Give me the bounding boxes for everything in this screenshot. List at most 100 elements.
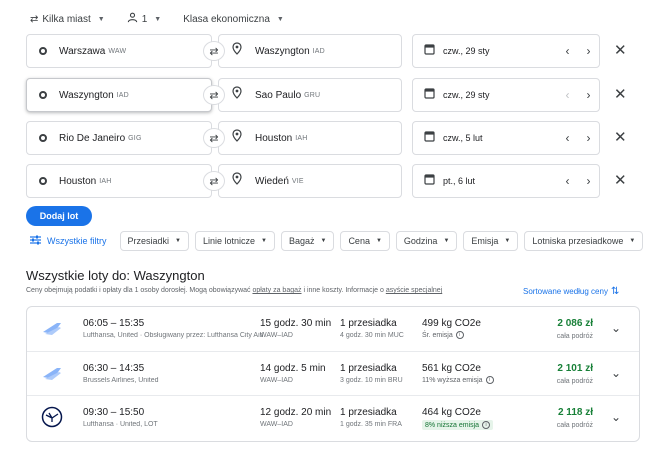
info-icon[interactable]: i	[482, 421, 491, 429]
date-field[interactable]: czw., 29 sty ‹ ›	[412, 34, 600, 68]
trip-type-select[interactable]: ⇄ Kilka miast ▼	[30, 14, 105, 25]
swap-button[interactable]: ⇄	[203, 128, 225, 148]
calendar-icon	[424, 42, 436, 60]
flight-row[interactable]: 06:30 – 14:35 Brussels Airlines, United …	[27, 351, 639, 395]
baggage-fees-link[interactable]: opłaty za bagaż	[252, 287, 301, 294]
price-note: cała podróż	[556, 422, 593, 429]
origin-field[interactable]: Rio De Janeiro GIG	[26, 121, 212, 155]
caret-down-icon: ▼	[154, 15, 162, 23]
passengers-select[interactable]: 1 ▼	[127, 12, 162, 26]
next-date-icon[interactable]: ›	[578, 174, 599, 188]
price-note: cała podróż	[556, 333, 593, 340]
results-title: Wszystkie loty do: Waszyngton	[26, 268, 205, 283]
info-icon[interactable]: i	[485, 376, 494, 384]
emission-info: Śr. emisja i	[422, 331, 464, 339]
expand-chevron-icon[interactable]: ⌄	[611, 410, 621, 424]
swap-button[interactable]: ⇄	[203, 41, 225, 61]
flight-duration: 12 godz. 20 min	[260, 407, 332, 418]
location-pin-icon	[232, 172, 246, 190]
prev-date-icon[interactable]: ‹	[557, 131, 578, 145]
flight-row[interactable]: 06:05 – 15:35 Lufthansa, United · Obsług…	[27, 307, 639, 351]
date-value: czw., 29 sty	[443, 46, 490, 56]
person-icon	[127, 12, 138, 26]
flight-row[interactable]: 09:30 – 15:50 Lufthansa · United, LOT 12…	[27, 395, 639, 439]
expand-chevron-icon[interactable]: ⌄	[611, 366, 621, 380]
swap-arrows-icon: ⇄	[209, 89, 219, 102]
remove-leg-close-icon[interactable]: ✕	[614, 43, 627, 58]
flight-co2: 464 kg CO2e	[422, 407, 481, 418]
chip-label: Przesiadki	[127, 236, 170, 246]
date-field[interactable]: pt., 6 lut ‹ ›	[412, 164, 600, 198]
info-icon[interactable]: i	[455, 331, 464, 339]
flight-stop-info: 3 godz. 10 min BRU	[340, 377, 403, 384]
results-note: Ceny obejmują podatki i opłaty dla 1 oso…	[26, 287, 442, 294]
filter-chip-connecting-airports[interactable]: Lotniska przesiadkowe ▼	[524, 231, 644, 251]
calendar-icon	[424, 129, 436, 147]
destination-city: Waszyngton	[255, 45, 310, 57]
remove-leg-close-icon[interactable]: ✕	[614, 173, 627, 188]
origin-field[interactable]: Houston IAH	[26, 164, 212, 198]
swap-button[interactable]: ⇄	[203, 171, 225, 191]
lufthansa-crane-logo-icon	[41, 406, 63, 428]
flight-airline: Lufthansa · United, LOT	[83, 421, 158, 428]
cabin-class-select[interactable]: Klasa ekonomiczna ▼	[183, 14, 284, 25]
chip-label: Godzina	[403, 236, 438, 246]
origin-circle-icon	[39, 47, 47, 55]
emission-label: Śr. emisja	[422, 331, 453, 339]
prev-date-icon[interactable]: ‹	[557, 44, 578, 58]
expand-chevron-icon[interactable]: ⌄	[611, 321, 621, 335]
flight-stops: 1 przesiadka	[340, 363, 397, 374]
sort-label: Sortowane według ceny	[523, 287, 608, 296]
date-value: czw., 5 lut	[443, 133, 483, 143]
location-pin-icon	[232, 86, 246, 104]
emission-label: 8% niższa emisja	[425, 421, 480, 429]
destination-field[interactable]: Waszyngton IAD	[218, 34, 402, 68]
origin-city: Houston	[59, 175, 97, 187]
flight-times: 06:30 – 14:35	[83, 363, 145, 374]
flight-times: 06:05 – 15:35	[83, 318, 145, 329]
note-text: Ceny obejmują podatki i opłaty dla 1 oso…	[26, 287, 253, 294]
special-assistance-link[interactable]: asyście specjalnej	[386, 287, 442, 294]
date-field[interactable]: czw., 5 lut ‹ ›	[412, 121, 600, 155]
flight-stop-info: 1 godz. 35 min FRA	[340, 421, 402, 428]
origin-field[interactable]: Warszawa WAW	[26, 34, 212, 68]
next-date-icon[interactable]: ›	[578, 88, 599, 102]
caret-down-icon: ▼	[261, 238, 267, 244]
filter-chip-bags[interactable]: Bagaż ▼	[280, 231, 335, 251]
swap-button[interactable]: ⇄	[203, 85, 225, 105]
flight-results-list: 06:05 – 15:35 Lufthansa, United · Obsług…	[26, 306, 640, 442]
remove-leg-close-icon[interactable]: ✕	[614, 87, 627, 102]
filter-chip-price[interactable]: Cena ▼	[340, 231, 390, 251]
next-date-icon[interactable]: ›	[578, 44, 599, 58]
prev-date-icon[interactable]: ‹	[557, 174, 578, 188]
destination-city: Houston	[255, 132, 293, 144]
prev-date-icon[interactable]: ‹	[557, 88, 578, 102]
tail-logo-icon	[41, 362, 63, 384]
filter-chip-time[interactable]: Godzina ▼	[395, 231, 458, 251]
calendar-icon	[424, 86, 436, 104]
date-value: czw., 29 sty	[443, 90, 490, 100]
chip-label: Cena	[348, 236, 370, 246]
destination-field[interactable]: Sao Paulo GRU	[218, 78, 402, 112]
filter-chip-stops[interactable]: Przesiadki ▼	[119, 231, 189, 251]
remove-leg-close-icon[interactable]: ✕	[614, 130, 627, 145]
origin-field[interactable]: Waszyngton IAD	[26, 78, 212, 112]
add-flight-button[interactable]: Dodaj lot	[26, 206, 92, 226]
date-field[interactable]: czw., 29 sty ‹ ›	[412, 78, 600, 112]
filter-chip-airlines[interactable]: Linie lotnicze ▼	[194, 231, 275, 251]
flight-leg-2: Waszyngton IAD ⇄ Sao Paulo GRU czw., 29 …	[26, 78, 640, 112]
flight-price: 2 086 zł	[557, 318, 593, 329]
destination-field[interactable]: Wiedeń VIE	[218, 164, 402, 198]
price-note: cała podróż	[556, 378, 593, 385]
flight-stops: 1 przesiadka	[340, 407, 397, 418]
filter-chip-emissions[interactable]: Emisja ▼	[463, 231, 519, 251]
destination-field[interactable]: Houston IAH	[218, 121, 402, 155]
sort-button[interactable]: Sortowane według ceny ⇅	[523, 286, 619, 297]
all-filters-button[interactable]: Wszystkie filtry	[30, 235, 107, 247]
next-date-icon[interactable]: ›	[578, 131, 599, 145]
filter-bar: Wszystkie filtry Przesiadki ▼ Linie lotni…	[30, 230, 644, 252]
origin-circle-icon	[39, 177, 47, 185]
origin-city: Warszawa	[59, 45, 106, 57]
location-pin-icon	[232, 42, 246, 60]
flight-airline: Lufthansa, United · Obsługiwany przez: L…	[83, 332, 263, 339]
